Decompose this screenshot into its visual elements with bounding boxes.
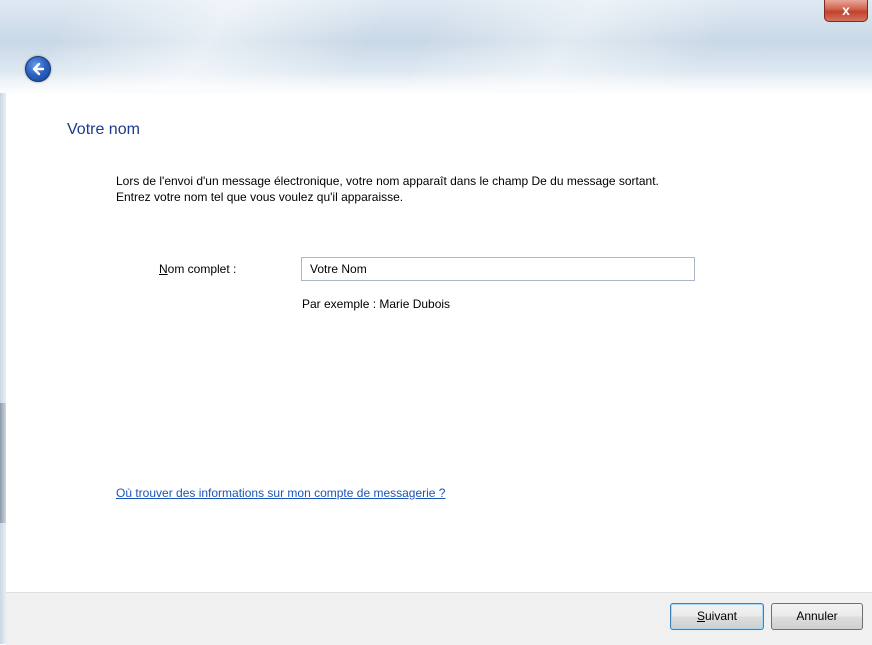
description-line: Entrez votre nom tel que vous voulez qu'…	[116, 190, 404, 204]
glass-shine	[0, 72, 872, 93]
help-link[interactable]: Où trouver des informations sur mon comp…	[116, 486, 445, 500]
next-button-label: Suivant	[697, 609, 737, 623]
page-title: Votre nom	[67, 121, 140, 138]
description-line: Lors de l'envoi d'un message électroniqu…	[116, 174, 659, 188]
edge-shadow	[0, 403, 6, 523]
close-button[interactable]: x	[824, 0, 868, 22]
full-name-label-text: om complet :	[167, 262, 237, 276]
window-left-edge	[0, 93, 6, 644]
full-name-accesskey: N	[159, 262, 168, 276]
cancel-button[interactable]: Annuler	[771, 603, 863, 630]
next-accesskey: S	[696, 609, 705, 623]
title-bar: x	[0, 0, 872, 93]
next-button[interactable]: Suivant	[670, 603, 764, 630]
full-name-input[interactable]	[301, 257, 695, 281]
close-icon: x	[842, 2, 850, 18]
next-label-text: uivant	[704, 609, 738, 623]
back-button[interactable]	[25, 56, 51, 82]
back-arrow-icon	[32, 62, 45, 76]
wizard-window: x Votre nom Lors de l'envoi d'un message…	[0, 0, 872, 645]
example-hint: Par exemple : Marie Dubois	[302, 297, 451, 311]
description-text: Lors de l'envoi d'un message électroniqu…	[116, 173, 659, 205]
full-name-label: Nom complet :	[159, 262, 236, 276]
